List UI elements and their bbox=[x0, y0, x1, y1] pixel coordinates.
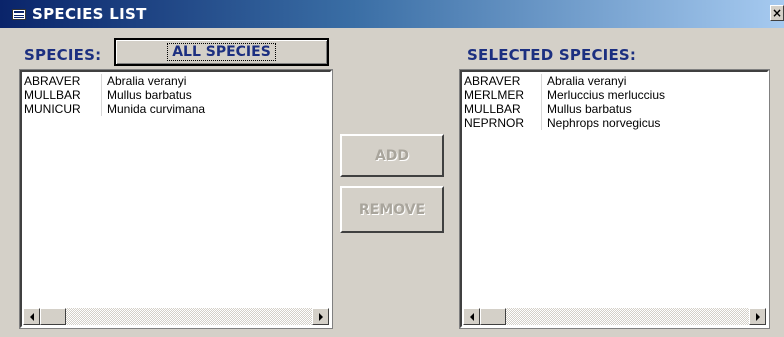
arrow-right-icon bbox=[755, 312, 760, 321]
form-icon bbox=[12, 8, 26, 20]
list-item[interactable]: MULLBAR Mullus barbatus bbox=[24, 88, 328, 102]
species-code: ABRAVER bbox=[464, 74, 542, 88]
list-item[interactable]: MUNICUR Munida curvimana bbox=[24, 102, 328, 116]
horizontal-scrollbar[interactable] bbox=[23, 308, 329, 325]
species-name: Nephrops norvegicus bbox=[547, 116, 661, 130]
add-button[interactable]: ADD bbox=[340, 134, 444, 177]
list-item[interactable]: MERLMER Merluccius merluccius bbox=[464, 88, 765, 102]
selected-list-rows: ABRAVER Abralia veranyi MERLMER Merlucci… bbox=[464, 74, 765, 130]
list-item[interactable]: MULLBAR Mullus barbatus bbox=[464, 102, 765, 116]
scroll-left-button[interactable] bbox=[463, 308, 480, 325]
species-label: SPECIES: bbox=[24, 46, 102, 64]
selected-species-label: SELECTED SPECIES: bbox=[467, 46, 637, 64]
list-item[interactable]: NEPRNOR Nephrops norvegicus bbox=[464, 116, 765, 130]
arrow-right-icon bbox=[318, 312, 323, 321]
species-code: MULLBAR bbox=[24, 88, 102, 102]
species-code: NEPRNOR bbox=[464, 116, 542, 130]
species-code: MULLBAR bbox=[464, 102, 542, 116]
remove-button[interactable]: REMOVE bbox=[340, 186, 444, 233]
list-item[interactable]: ABRAVER Abralia veranyi bbox=[24, 74, 328, 88]
species-list-rows: ABRAVER Abralia veranyi MULLBAR Mullus b… bbox=[24, 74, 328, 116]
species-name: Merluccius merluccius bbox=[547, 88, 666, 102]
horizontal-scrollbar[interactable] bbox=[463, 308, 766, 325]
selected-species-listbox[interactable]: ABRAVER Abralia veranyi MERLMER Merlucci… bbox=[460, 70, 769, 328]
title-bar[interactable]: SPECIES LIST × bbox=[0, 0, 784, 28]
species-name: Mullus barbatus bbox=[107, 88, 192, 102]
scroll-left-button[interactable] bbox=[23, 308, 40, 325]
species-name: Abralia veranyi bbox=[107, 74, 187, 88]
all-species-button-label: ALL SPECIES bbox=[167, 43, 276, 61]
scrollbar-thumb[interactable] bbox=[40, 308, 66, 325]
arrow-left-icon bbox=[469, 312, 474, 321]
list-item[interactable]: ABRAVER Abralia veranyi bbox=[464, 74, 765, 88]
species-code: ABRAVER bbox=[24, 74, 102, 88]
species-code: MUNICUR bbox=[24, 102, 102, 116]
close-button[interactable]: × bbox=[770, 5, 784, 21]
scroll-right-button[interactable] bbox=[312, 308, 329, 325]
species-code: MERLMER bbox=[464, 88, 542, 102]
species-name: Munida curvimana bbox=[107, 102, 206, 116]
species-name: Mullus barbatus bbox=[547, 102, 632, 116]
species-listbox[interactable]: ABRAVER Abralia veranyi MULLBAR Mullus b… bbox=[20, 70, 332, 328]
window-title: SPECIES LIST bbox=[32, 5, 147, 23]
close-icon: × bbox=[771, 6, 783, 20]
all-species-button[interactable]: ALL SPECIES bbox=[114, 38, 329, 66]
scroll-right-button[interactable] bbox=[749, 308, 766, 325]
arrow-left-icon bbox=[29, 312, 34, 321]
species-name: Abralia veranyi bbox=[547, 74, 627, 88]
scrollbar-thumb[interactable] bbox=[480, 308, 506, 325]
